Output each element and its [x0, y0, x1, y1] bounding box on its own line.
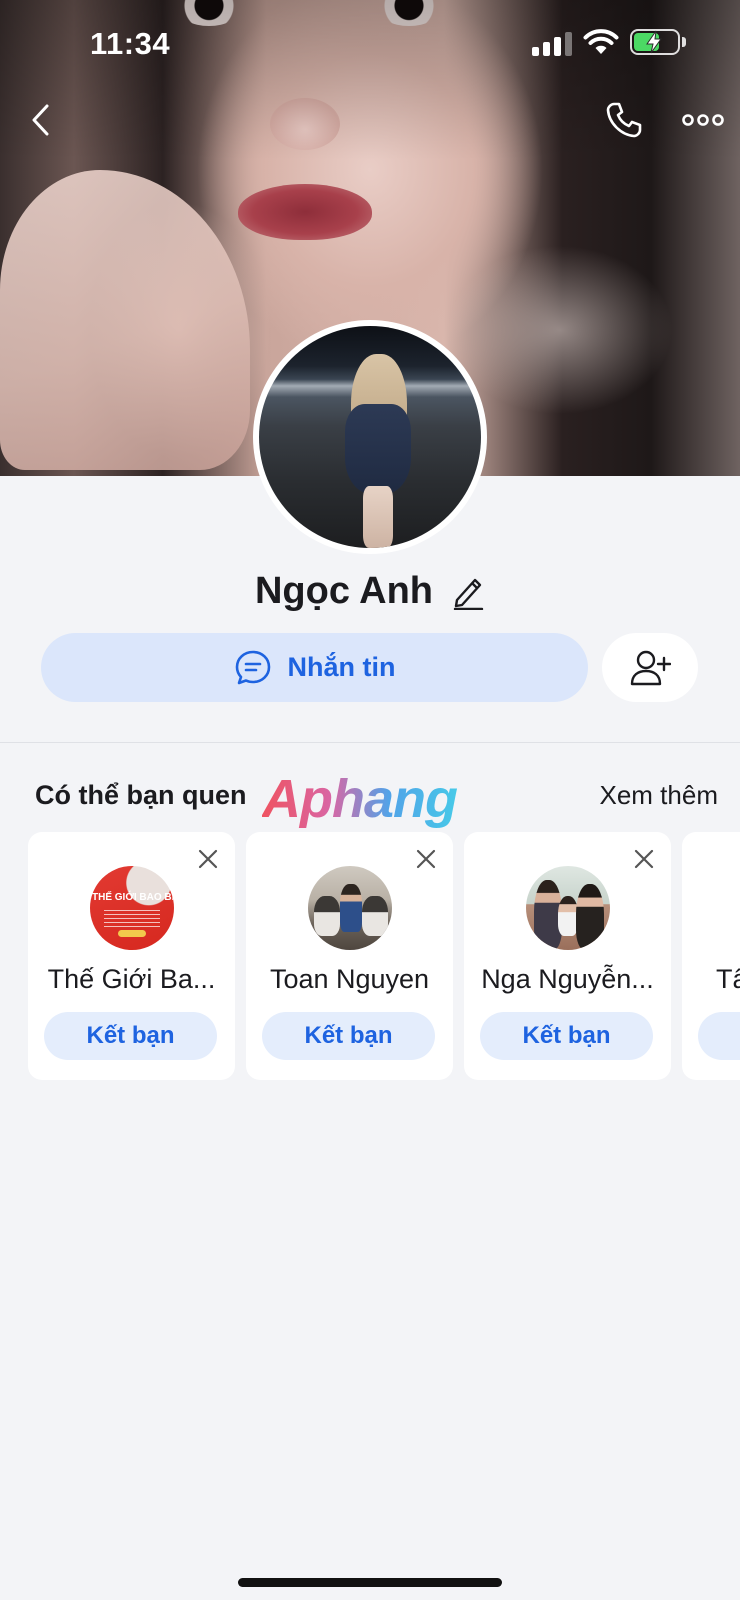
message-button[interactable]: Nhắn tin	[41, 633, 588, 702]
cover-photo-hand	[0, 170, 250, 470]
close-icon[interactable]	[631, 846, 657, 872]
signal-bar	[565, 32, 572, 56]
add-friend-card-button[interactable]: Kết bạn	[262, 1012, 435, 1060]
watermark-logo: Aphang	[262, 769, 458, 829]
profile-name: Ngọc Anh	[254, 570, 433, 612]
charging-bolt-icon	[646, 30, 662, 54]
signal-bar	[532, 47, 539, 56]
suggestion-card[interactable]: THẾ GIỚI BAO BÌ Thế Giới Ba... Kết bạn	[28, 832, 235, 1080]
suggestion-name[interactable]: Thế Giới Ba...	[28, 964, 235, 995]
suggestions-title: Có thể bạn quen	[35, 780, 247, 810]
signal-bar	[554, 37, 561, 56]
avatar-figure-dress	[345, 404, 411, 494]
close-icon[interactable]	[195, 846, 221, 872]
avatar-figure-legs	[363, 486, 393, 548]
signal-bar	[543, 42, 550, 56]
more-button[interactable]	[676, 100, 730, 140]
avatar-person	[340, 884, 362, 932]
avatar-person	[576, 884, 604, 950]
suggestion-card[interactable]: Tâ	[682, 832, 740, 1080]
cover-photo-lips	[238, 184, 372, 240]
suggestion-name[interactable]: Tâ	[716, 964, 740, 995]
home-indicator[interactable]	[238, 1578, 502, 1587]
battery-cap	[682, 37, 686, 47]
suggestion-avatar[interactable]	[526, 866, 610, 950]
status-time: 11:34	[90, 26, 171, 61]
profile-avatar-photo	[259, 326, 481, 548]
message-button-label: Nhắn tin	[287, 652, 396, 682]
suggestion-carousel[interactable]: THẾ GIỚI BAO BÌ Thế Giới Ba... Kết bạn T…	[28, 832, 740, 1080]
add-friend-button[interactable]	[602, 633, 698, 702]
avatar-logo-text: THẾ GIỚI BAO BÌ	[92, 892, 174, 903]
pencil-icon[interactable]	[451, 574, 485, 610]
add-friend-card-button[interactable]: Kết bạn	[480, 1012, 653, 1060]
avatar-dog-left	[314, 896, 340, 936]
suggestion-avatar[interactable]	[308, 866, 392, 950]
profile-avatar[interactable]	[253, 320, 487, 554]
avatar-logo-lines	[104, 910, 160, 928]
suggestion-avatar[interactable]: THẾ GIỚI BAO BÌ	[90, 866, 174, 950]
chevron-left-icon	[32, 104, 49, 136]
add-user-icon	[630, 650, 671, 685]
close-icon[interactable]	[413, 846, 439, 872]
section-divider	[0, 742, 740, 743]
phone-icon	[606, 102, 642, 138]
see-more-link[interactable]: Xem thêm	[600, 780, 719, 811]
wifi-icon	[583, 29, 619, 54]
back-button[interactable]	[20, 96, 60, 144]
cellular-signal-icon	[532, 30, 574, 56]
chat-bubble-icon	[235, 650, 270, 684]
add-friend-card-button[interactable]	[698, 1012, 740, 1060]
call-button[interactable]	[600, 96, 648, 144]
add-friend-card-button[interactable]: Kết bạn	[44, 1012, 217, 1060]
suggestion-name[interactable]: Nga Nguyễn...	[464, 964, 671, 995]
profile-name-row: Ngọc Anh	[0, 570, 740, 613]
avatar-logo-pill	[118, 930, 146, 937]
suggestion-card[interactable]: Nga Nguyễn... Kết bạn	[464, 832, 671, 1080]
more-horizontal-icon	[682, 114, 724, 126]
avatar-child	[558, 896, 578, 936]
suggestion-card[interactable]: Toan Nguyen Kết bạn	[246, 832, 453, 1080]
avatar-dog-right	[362, 896, 388, 936]
suggestion-name[interactable]: Toan Nguyen	[246, 964, 453, 995]
